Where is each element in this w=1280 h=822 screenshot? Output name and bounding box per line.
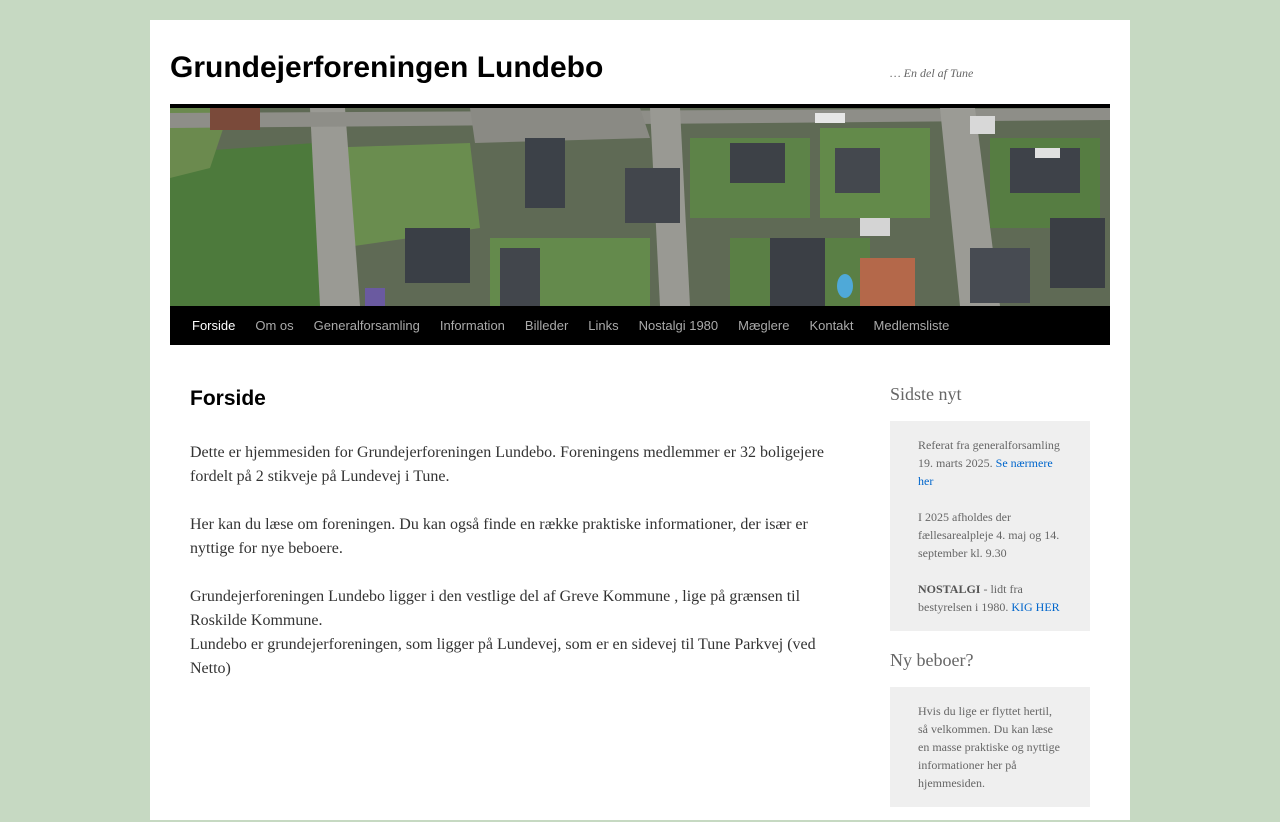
newcomer-widget-title: Ny beboer? xyxy=(890,650,974,670)
location-paragraph: Grundejerforeningen Lundebo ligger i den… xyxy=(190,588,801,629)
directions-paragraph: Lundebo er grundejerforeningen, som ligg… xyxy=(190,636,816,677)
info-paragraph: Her kan du læse om foreningen. Du kan og… xyxy=(190,516,808,557)
page-title: Forside xyxy=(190,387,266,410)
news-item: I 2025 afholdes der fællesarealpleje 4. … xyxy=(918,510,1060,560)
nav-item-om-os[interactable]: Om os xyxy=(245,306,303,345)
news-item-bold: NOSTALGI xyxy=(918,582,981,596)
news-item: Referat fra generalforsamling 19. marts … xyxy=(918,436,1062,490)
main-navigation: Forside Om os Generalforsamling Informat… xyxy=(170,306,1110,345)
nav-item-billeder[interactable]: Billeder xyxy=(515,306,578,345)
page-wrapper: Grundejerforeningen Lundebo … En del af … xyxy=(150,20,1130,820)
sidebar: Sidste nyt Referat fra generalforsamling… xyxy=(890,380,1090,822)
nav-item-generalforsamling[interactable]: Generalforsamling xyxy=(304,306,430,345)
nav-item-nostalgi-1980[interactable]: Nostalgi 1980 xyxy=(629,306,729,345)
news-widget-title: Sidste nyt xyxy=(890,384,962,404)
newcomer-text: Hvis du lige er flyttet hertil, så velko… xyxy=(918,704,1060,790)
nav-item-forside[interactable]: Forside xyxy=(182,306,245,345)
news-widget: Referat fra generalforsamling 19. marts … xyxy=(890,421,1090,631)
nav-item-kontakt[interactable]: Kontakt xyxy=(799,306,863,345)
newcomer-widget: Hvis du lige er flyttet hertil, så velko… xyxy=(890,687,1090,807)
site-description: … En del af Tune xyxy=(890,66,974,80)
nav-menu: Forside Om os Generalforsamling Informat… xyxy=(170,306,1110,345)
nav-item-information[interactable]: Information xyxy=(430,306,515,345)
intro-paragraph: Dette er hjemmesiden for Grundejerforeni… xyxy=(190,444,824,485)
nav-item-medlemsliste[interactable]: Medlemsliste xyxy=(864,306,960,345)
nav-item-links[interactable]: Links xyxy=(578,306,628,345)
main-content: Forside Dette er hjemmesiden for Grundej… xyxy=(190,385,830,681)
news-item-link[interactable]: KIG HER xyxy=(1011,600,1059,614)
news-item: NOSTALGI - lidt fra bestyrelsen i 1980. … xyxy=(918,580,1062,616)
header-aerial-image xyxy=(170,108,1110,306)
site-title[interactable]: Grundejerforeningen Lundebo xyxy=(170,49,603,87)
entry-content: Dette er hjemmesiden for Grundejerforeni… xyxy=(190,441,830,681)
nav-item-maeglere[interactable]: Mæglere xyxy=(728,306,799,345)
